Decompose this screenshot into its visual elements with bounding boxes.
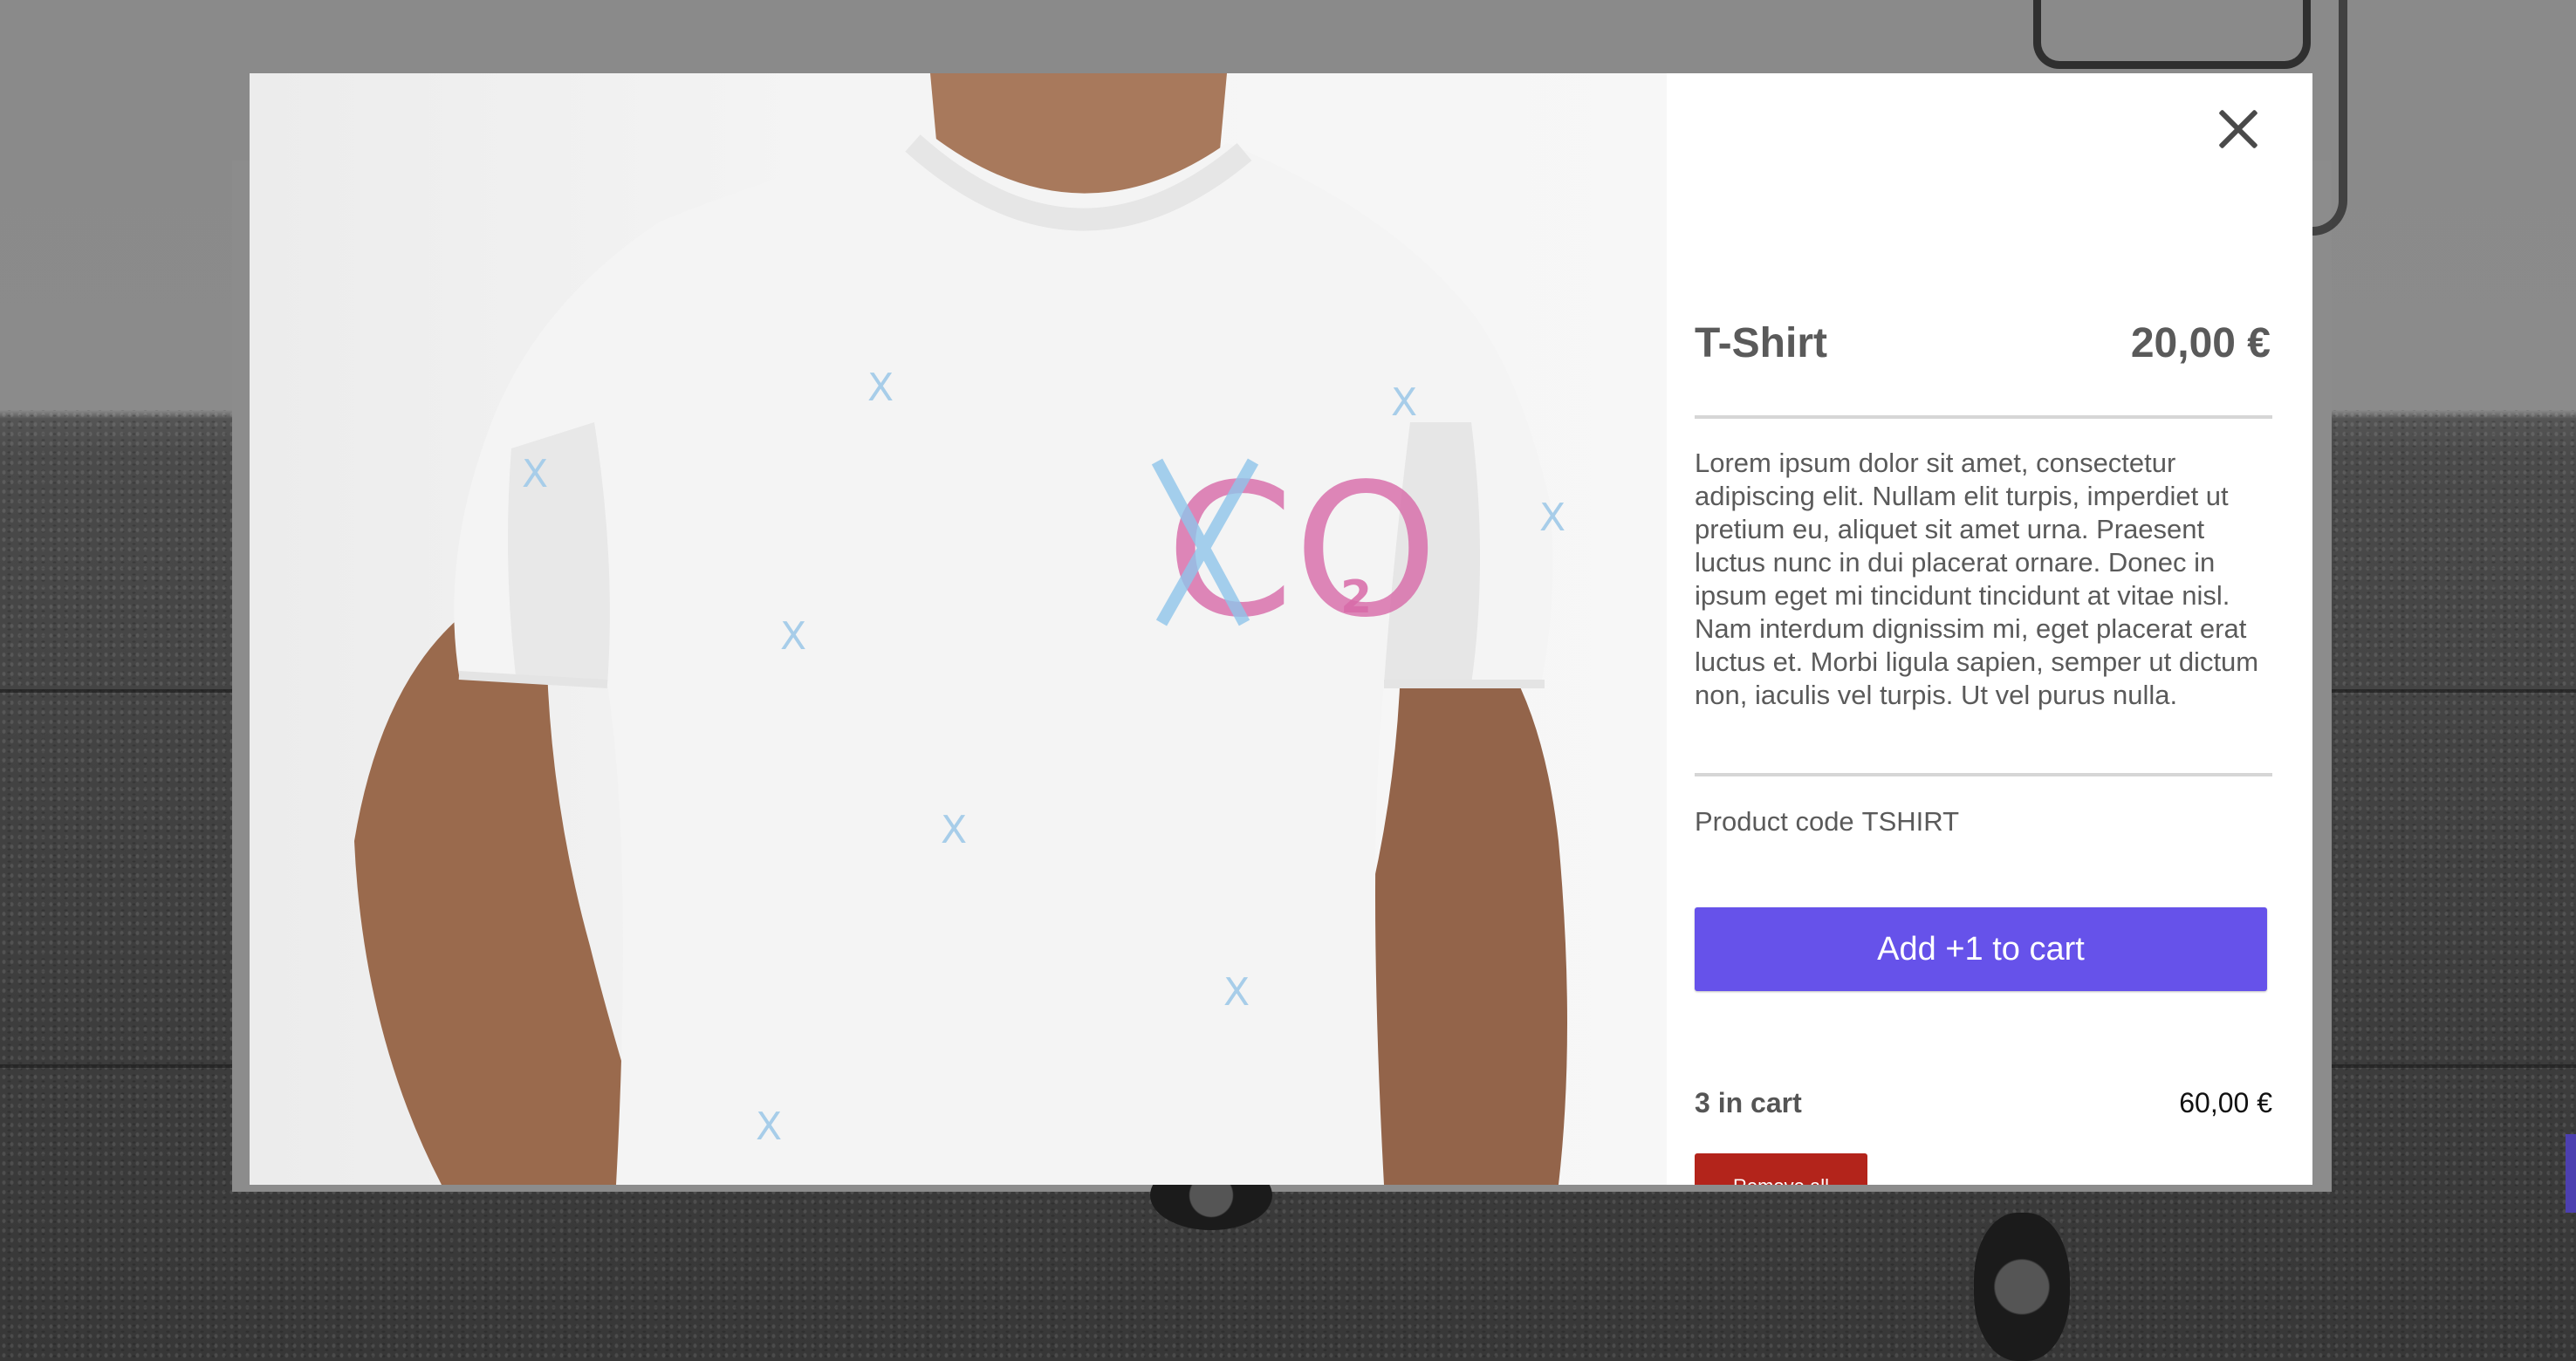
pattern-mark: X [1539,496,1565,540]
remove-all-button[interactable]: Remove all [1695,1153,1867,1185]
cart-total: 60,00 € [2179,1087,2272,1118]
pattern-mark: X [756,1105,782,1149]
product-code-label: Product code [1695,806,1854,837]
close-icon[interactable] [2211,103,2264,155]
product-title: T-Shirt [1695,320,1827,366]
product-code-value: TSHIRT [1861,806,1960,837]
pattern-mark: X [1391,380,1417,425]
product-code: Product code TSHIRT [1695,806,1959,838]
divider [1695,773,2272,776]
shopping-cart-handle-image [2033,0,2311,69]
divider [1695,415,2272,419]
pattern-mark: X [867,366,894,410]
cart-summary: 3 in cart 60,00 € [1695,1087,2272,1119]
product-description: Lorem ipsum dolor sit amet, consectetur … [1695,448,2259,710]
edge-accent [2566,1134,2576,1213]
add-to-cart-button[interactable]: Add +1 to cart [1695,907,2267,991]
product-price: 20,00 € [2130,320,2271,366]
pattern-mark: X [1223,970,1250,1015]
product-image: CO 2 X X X X X X X X [250,73,1667,1185]
product-info-panel: T-Shirt 20,00 € Lorem ipsum dolor sit am… [1667,73,2312,1185]
product-modal: CO 2 X X X X X X X X T-Shirt 20,00 € Lor… [250,73,2312,1185]
title-row: T-Shirt 20,00 € [1695,319,2271,367]
pattern-mark: X [780,614,806,659]
tshirt-photo: CO 2 X X X X X X X X [354,73,1567,1185]
print-subscript: 2 [1340,571,1372,624]
cart-count: 3 in cart [1695,1087,1802,1118]
cart-wheel-image [1974,1213,2070,1361]
pattern-mark: X [941,808,967,852]
pattern-mark: X [522,452,548,496]
